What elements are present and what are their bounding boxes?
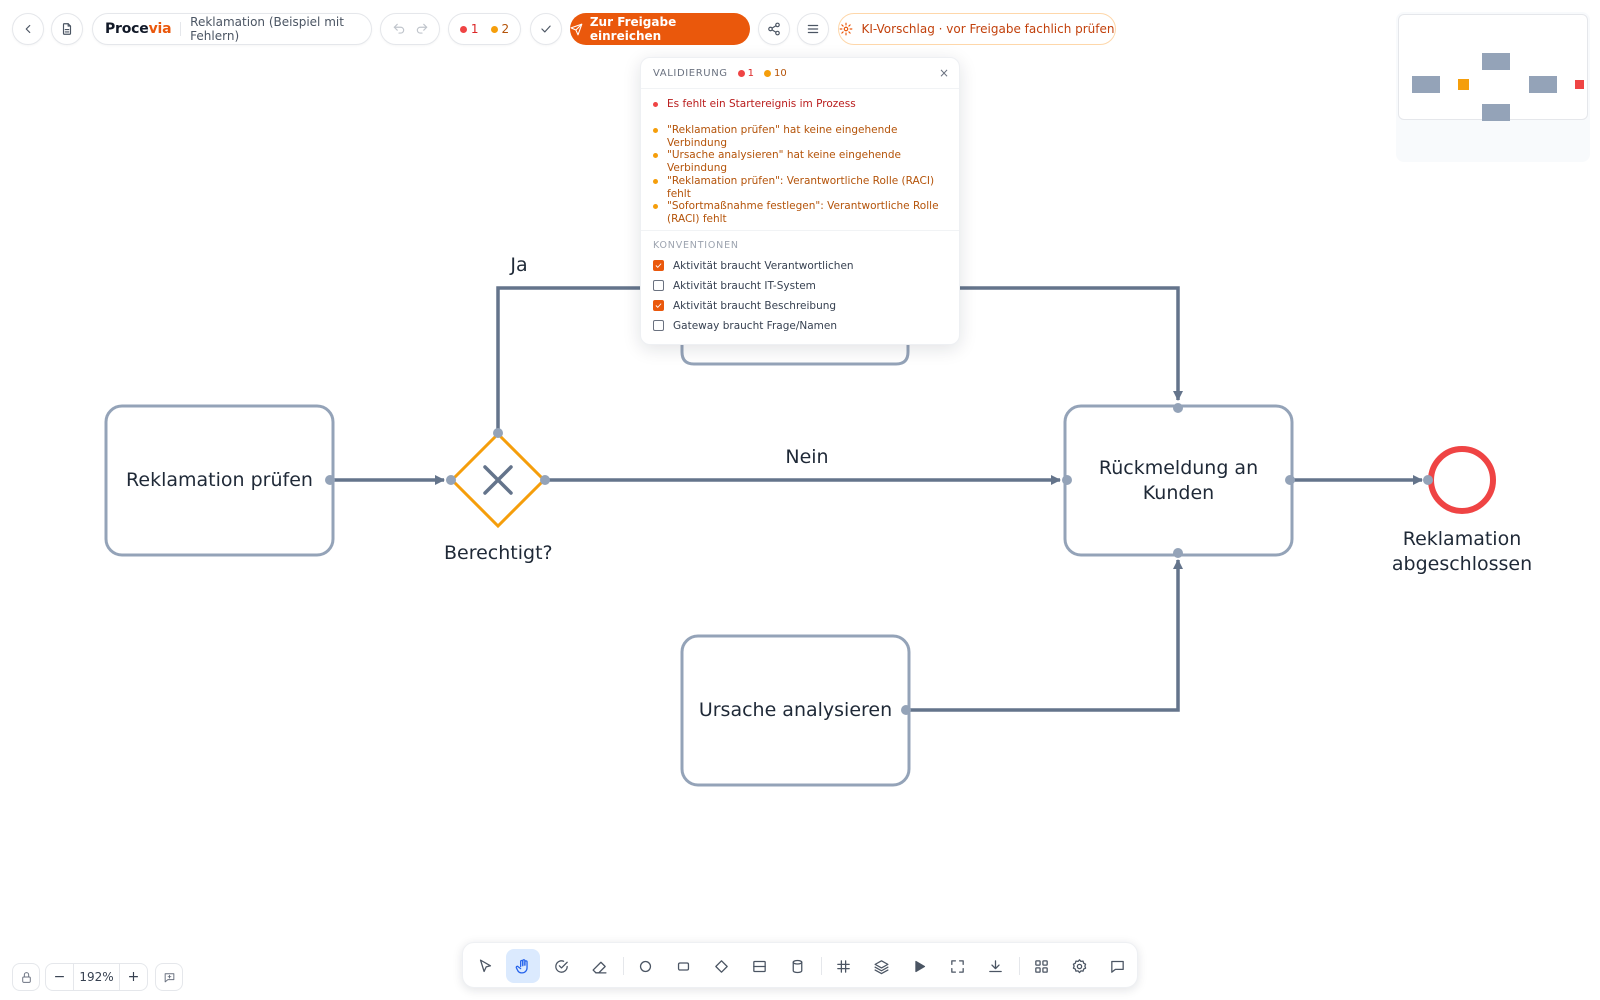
validation-issue-warning[interactable]: "Sofortmaßnahme festlegen": Verantwortli… xyxy=(641,200,959,226)
add-comment-button[interactable] xyxy=(155,963,183,991)
eraser-tool-icon xyxy=(591,961,607,974)
settings-icon xyxy=(1072,958,1086,973)
warning-dot xyxy=(653,153,658,158)
warning-dot xyxy=(653,127,658,133)
task-shape-icon xyxy=(677,961,689,971)
task-label: Reklamation prüfen xyxy=(126,469,313,491)
comment-icon xyxy=(1110,960,1124,973)
convention-checkbox[interactable] xyxy=(653,320,664,331)
convention-label: Gateway braucht Frage/Namen xyxy=(673,319,837,332)
zoom-control: − 192% + xyxy=(45,963,148,991)
download-tool[interactable] xyxy=(978,949,1012,983)
lock-button[interactable] xyxy=(12,963,40,991)
toolbar-divider xyxy=(623,957,624,975)
validation-issue-text: "Sofortmaßnahme festlegen": Verantwortli… xyxy=(667,200,939,225)
convention-item[interactable]: Aktivität braucht IT-System xyxy=(641,276,959,296)
convention-label: Aktivität braucht IT-System xyxy=(673,279,816,292)
close-icon[interactable]: × xyxy=(939,66,949,80)
task-shape-tool[interactable] xyxy=(666,949,700,983)
datastore-shape-icon xyxy=(792,959,802,973)
comment-tool[interactable] xyxy=(1100,949,1134,983)
gateway-shape-icon xyxy=(714,959,728,973)
convention-label: Aktivität braucht Beschreibung xyxy=(673,299,837,312)
select-tool-icon xyxy=(479,958,491,972)
zoom-out-button[interactable]: − xyxy=(46,969,73,985)
validation-issue-error[interactable]: Es fehlt ein Startereignis im Prozess xyxy=(641,98,959,124)
play-tool[interactable] xyxy=(902,949,936,983)
event-shape-tool[interactable] xyxy=(628,949,662,983)
validation-issue-text: "Reklamation prüfen": Verantwortliche Ro… xyxy=(667,174,935,200)
convention-checkbox[interactable] xyxy=(653,300,664,311)
validation-issue-text: "Ursache analysieren" hat keine eingehen… xyxy=(667,149,901,174)
check-icon xyxy=(655,263,662,269)
convention-item[interactable]: Gateway braucht Frage/Namen xyxy=(641,316,959,336)
convention-checkbox[interactable] xyxy=(653,280,664,291)
flow-label-no: Nein xyxy=(777,445,837,470)
gateway-label: Berechtigt? xyxy=(438,541,558,566)
check-icon xyxy=(655,303,662,309)
settings-tool[interactable] xyxy=(1062,949,1096,983)
conventions-section: KONVENTIONEN Aktivität braucht Verantwor… xyxy=(641,229,959,336)
toolbar-divider xyxy=(821,957,822,975)
flow-yes-part2[interactable] xyxy=(960,286,1183,401)
validation-title: VALIDIERUNG xyxy=(653,67,728,79)
flow-label-yes: Ja xyxy=(501,253,537,278)
apps-icon xyxy=(1034,959,1048,973)
validation-issue-list: Es fehlt ein Startereignis im Prozess "Re… xyxy=(641,89,959,226)
fullscreen-tool[interactable] xyxy=(940,949,974,983)
zoom-level[interactable]: 192% xyxy=(73,964,120,990)
validation-header: VALIDIERUNG 1 10 xyxy=(641,58,959,89)
validation-panel: VALIDIERUNG 1 10 × Es fehlt ein Startere… xyxy=(640,57,960,345)
validation-error-count: 1 xyxy=(737,68,754,79)
end-event[interactable] xyxy=(1428,446,1496,514)
select-tool[interactable] xyxy=(468,949,502,983)
grid-icon xyxy=(836,959,850,973)
conventions-title: KONVENTIONEN xyxy=(653,239,739,251)
conventions-list: Aktivität braucht Verantwortlichen Aktivi… xyxy=(641,251,959,336)
lock-icon xyxy=(21,971,31,983)
validation-issue-warning[interactable]: "Ursache analysieren" hat keine eingehen… xyxy=(641,149,959,175)
convention-item[interactable]: Aktivität braucht Beschreibung xyxy=(641,296,959,316)
lane-shape-tool[interactable] xyxy=(742,949,776,983)
apps-tool[interactable] xyxy=(1024,949,1058,983)
event-shape-icon xyxy=(639,960,651,972)
hand-tool[interactable] xyxy=(506,949,540,983)
convention-checkbox[interactable] xyxy=(653,260,664,271)
task-label: Ursache analysieren xyxy=(698,699,893,721)
lasso-tool[interactable] xyxy=(544,949,578,983)
validation-issue-text: "Reklamation prüfen" hat keine eingehend… xyxy=(667,123,898,149)
end-event-label: Reklamation abgeschlossen xyxy=(1385,527,1539,577)
layers-icon xyxy=(873,959,889,974)
validation-warning-count: 10 xyxy=(764,68,787,79)
lane-shape-icon xyxy=(752,960,766,972)
validation-issue-text: Es fehlt ein Startereignis im Prozess xyxy=(667,98,856,110)
task-label: Rückmeldung an Kunden xyxy=(1098,456,1259,504)
hand-tool-icon xyxy=(515,958,528,974)
gateway-shape-tool[interactable] xyxy=(704,949,738,983)
grid-tool[interactable] xyxy=(826,949,860,983)
flow-yes-part1[interactable] xyxy=(496,286,640,432)
toolbar-divider xyxy=(1019,957,1020,975)
validation-issue-warning[interactable]: "Reklamation prüfen" hat keine eingehend… xyxy=(641,124,959,150)
comment-add-icon xyxy=(164,972,174,982)
validation-issue-warning[interactable]: "Reklamation prüfen": Verantwortliche Ro… xyxy=(641,175,959,201)
layers-tool[interactable] xyxy=(864,949,898,983)
fullscreen-icon xyxy=(950,959,964,973)
tool-palette xyxy=(462,942,1138,988)
lasso-tool-icon xyxy=(554,959,568,973)
eraser-tool[interactable] xyxy=(582,949,616,983)
error-dot xyxy=(653,102,658,107)
warning-dot xyxy=(653,204,658,209)
datastore-shape-tool[interactable] xyxy=(780,949,814,983)
zoom-in-button[interactable]: + xyxy=(120,969,147,985)
flow-ursache-to-rueckmeldung[interactable] xyxy=(906,559,1183,712)
convention-item[interactable]: Aktivität braucht Verantwortlichen xyxy=(641,256,959,276)
play-icon xyxy=(914,960,925,972)
convention-label: Aktivität braucht Verantwortlichen xyxy=(673,259,854,272)
download-icon xyxy=(988,959,1002,972)
warning-dot xyxy=(653,178,658,184)
